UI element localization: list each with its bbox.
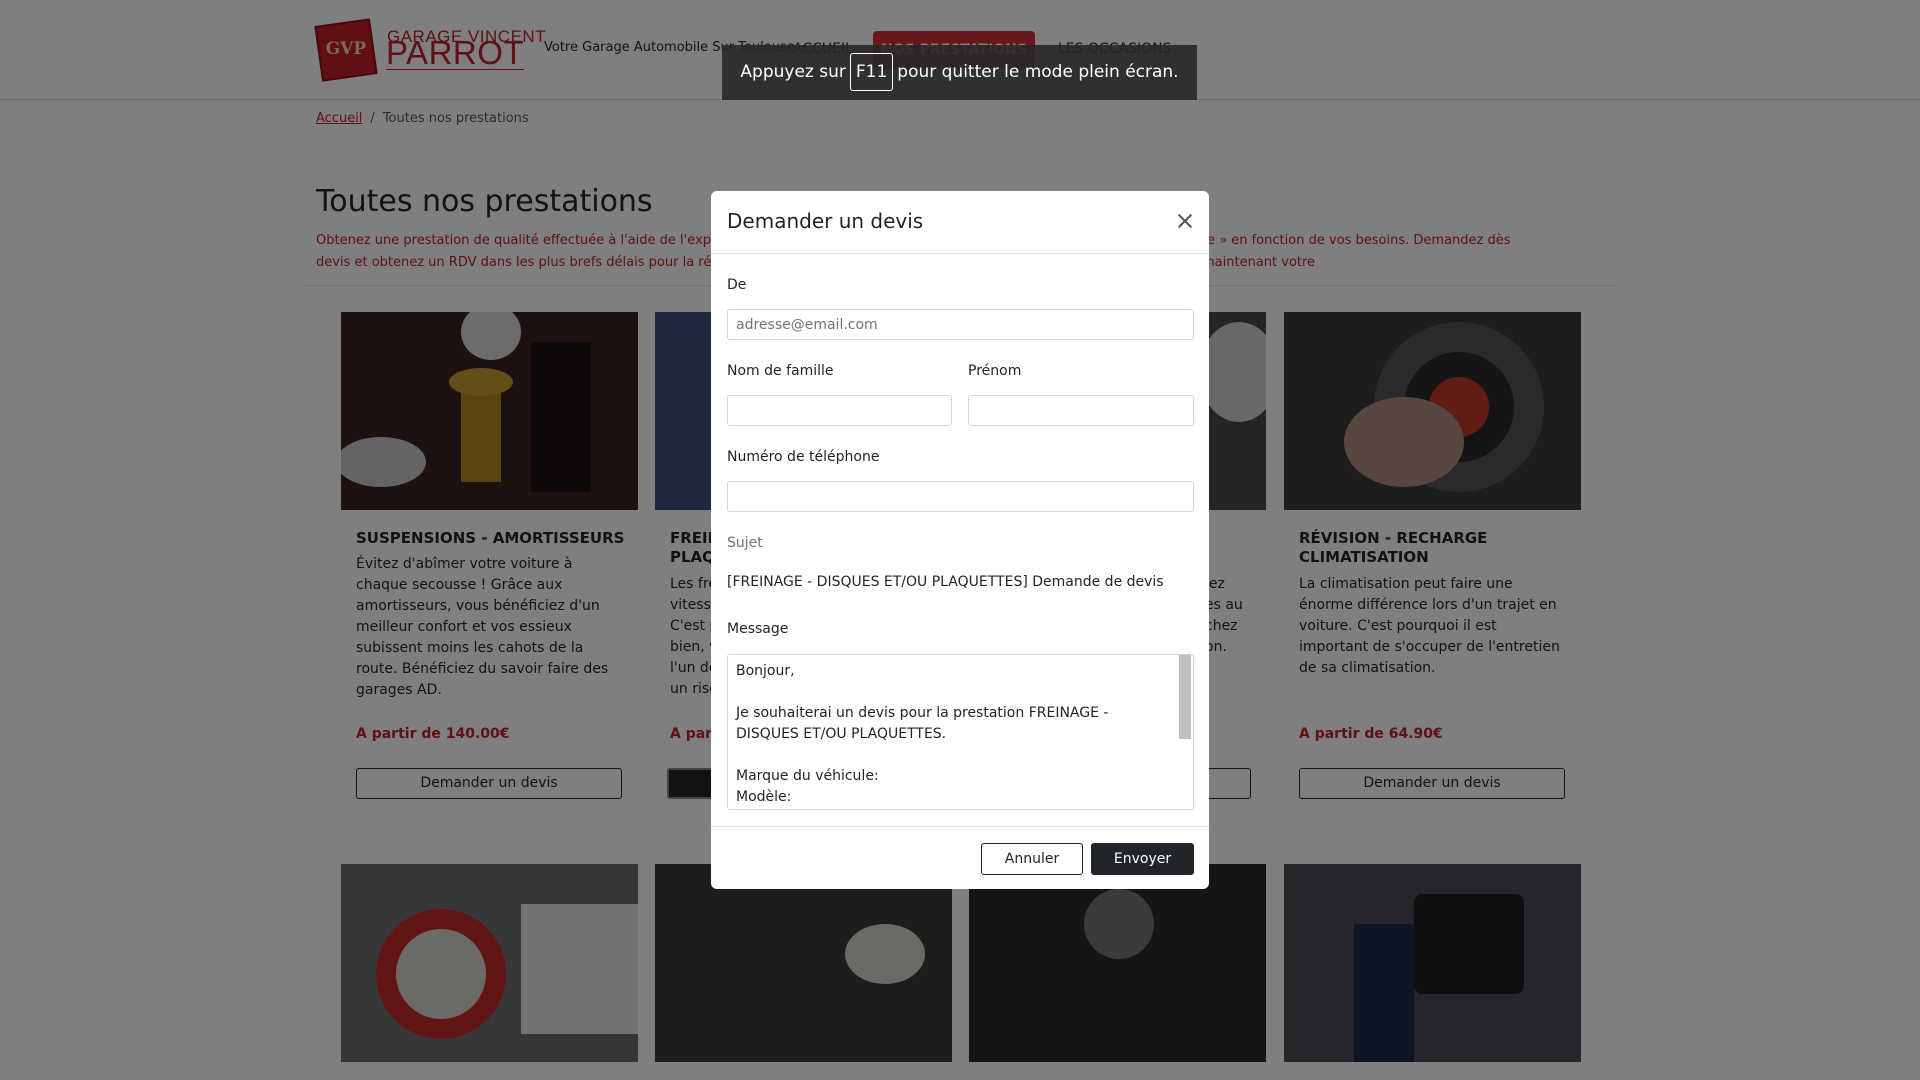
quote-modal: Demander un devis De Nom de famille Prén… bbox=[711, 191, 1209, 889]
close-icon[interactable] bbox=[1174, 210, 1196, 232]
modal-footer-divider bbox=[711, 826, 1209, 827]
fullscreen-notice-before: Appuyez sur bbox=[740, 62, 846, 82]
send-button[interactable]: Envoyer bbox=[1091, 843, 1194, 875]
fullscreen-notice: Appuyez sur F11 pour quitter le mode plein… bbox=[722, 45, 1197, 100]
lastname-field[interactable] bbox=[727, 395, 952, 426]
f11-key: F11 bbox=[849, 53, 894, 91]
message-textarea[interactable]: Bonjour, Je souhaiterai un devis pour la… bbox=[727, 654, 1194, 810]
email-field[interactable] bbox=[727, 309, 1194, 340]
phone-field[interactable] bbox=[727, 481, 1194, 512]
lastname-label: Nom de famille bbox=[727, 363, 834, 379]
message-label: Message bbox=[727, 621, 789, 637]
firstname-label: Prénom bbox=[968, 363, 1022, 379]
from-label: De bbox=[727, 277, 747, 293]
subject-value: [FREINAGE - DISQUES ET/OU PLAQUETTES] De… bbox=[727, 574, 1164, 590]
subject-label: Sujet bbox=[727, 535, 763, 551]
fullscreen-notice-after: pour quitter le mode plein écran. bbox=[897, 62, 1179, 82]
message-scrollbar[interactable] bbox=[1179, 655, 1191, 739]
firstname-field[interactable] bbox=[968, 395, 1194, 426]
modal-header: Demander un devis bbox=[711, 191, 1209, 254]
phone-label: Numéro de téléphone bbox=[727, 449, 880, 465]
cancel-button[interactable]: Annuler bbox=[981, 843, 1083, 875]
modal-title: Demander un devis bbox=[727, 209, 924, 233]
